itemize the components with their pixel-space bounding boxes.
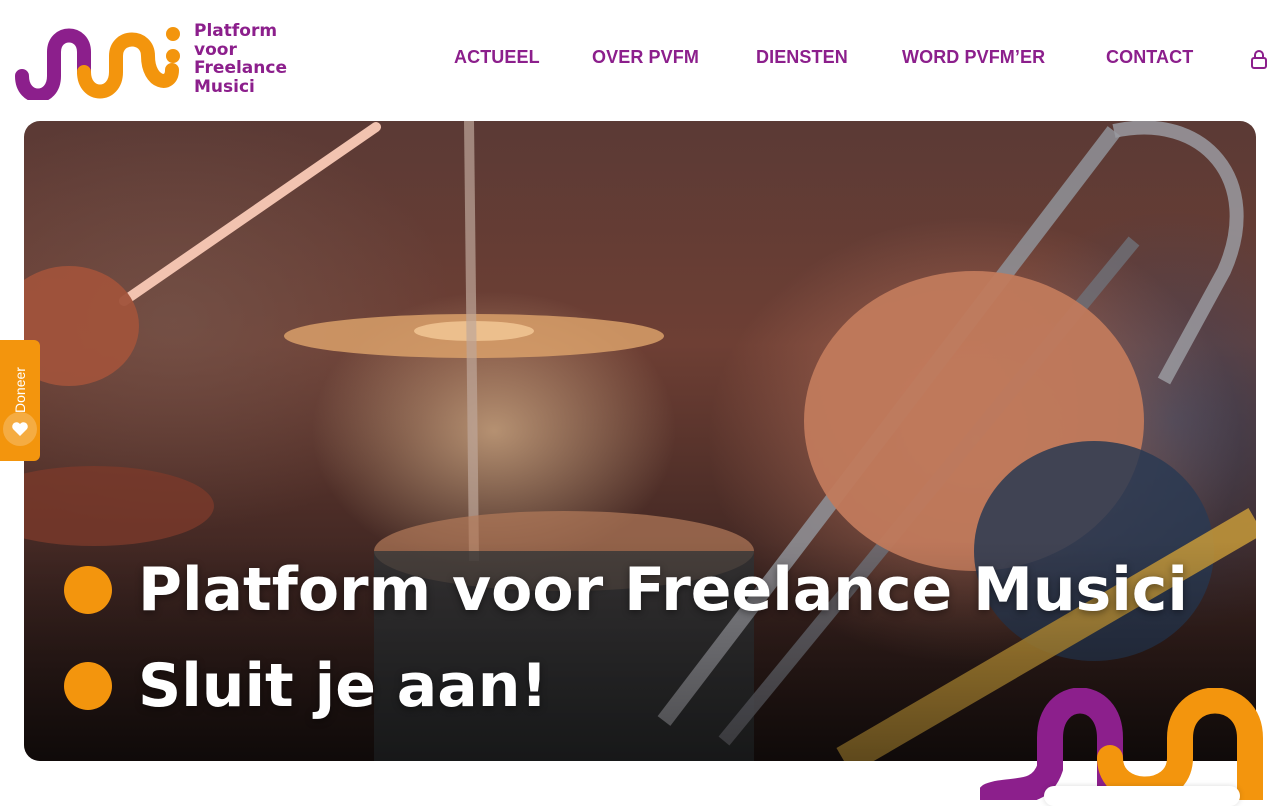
main-nav: ACTUEEL OVER PVFM DIENSTEN WORD PVFM’ER …: [454, 47, 1280, 73]
nav-item-word-pvfmer[interactable]: WORD PVFM’ER: [902, 47, 1045, 68]
logo-mark: [15, 27, 180, 100]
decorative-logo-mark: [980, 688, 1263, 800]
hero-heading-2[interactable]: Sluit je aan!: [64, 651, 548, 721]
logo-text-line: voor: [194, 39, 237, 60]
nav-item-diensten[interactable]: DIENSTEN: [756, 47, 848, 68]
hero-cta-text[interactable]: Sluit je aan!: [138, 651, 548, 721]
site-header: Platform voor Freelance Musici ACTUEEL O…: [0, 0, 1280, 120]
nav-item-over-pvfm[interactable]: OVER PVFM: [592, 47, 699, 68]
floating-card: [1044, 786, 1240, 806]
nav-item-actueel[interactable]: ACTUEEL: [454, 47, 540, 68]
heart-icon: [3, 412, 37, 446]
nav-item-contact[interactable]: CONTACT: [1106, 47, 1193, 68]
bullet-dot: [64, 566, 112, 614]
logo-text-line: Platform: [194, 21, 278, 41]
logo-text-line: Musici: [194, 76, 255, 97]
bullet-dot: [64, 662, 112, 710]
logo-text: Platform voor Freelance Musici: [194, 22, 287, 96]
hero-banner: Platform voor Freelance Musici Sluit je …: [24, 121, 1256, 761]
hero-heading-text: Platform voor Freelance Musici: [138, 555, 1188, 625]
site-logo[interactable]: Platform voor Freelance Musici: [12, 22, 292, 100]
hero-heading-1: Platform voor Freelance Musici: [64, 555, 1188, 625]
lock-icon[interactable]: [1249, 49, 1269, 69]
logo-text-line: Freelance: [194, 58, 287, 78]
donate-label: Doneer: [12, 367, 28, 413]
